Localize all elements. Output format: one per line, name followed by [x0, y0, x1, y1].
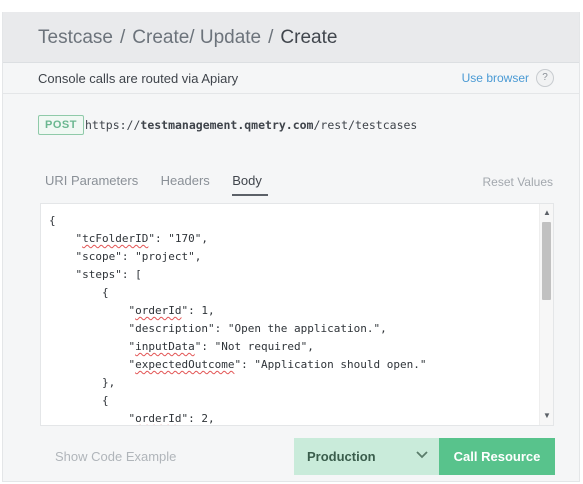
- code-text: : "170",: [154, 232, 208, 245]
- code-text: : "Application should open.": [241, 358, 427, 371]
- breadcrumb-separator: /: [119, 27, 126, 48]
- code-line: "inputData": "Not required",: [49, 338, 427, 356]
- console-routing-note: Console calls are routed via Apiary: [38, 71, 239, 86]
- code-text: {: [101, 286, 109, 299]
- code-text: "description": "Open the application.",: [128, 322, 387, 335]
- scroll-up-arrow-icon[interactable]: ▲: [540, 206, 553, 220]
- code-line: },: [49, 374, 427, 392]
- help-icon[interactable]: ?: [536, 69, 554, 87]
- code-key: expectedOutcome: [135, 358, 235, 371]
- method-badge: POST: [38, 115, 84, 135]
- code-text: },: [101, 376, 116, 389]
- use-browser-link[interactable]: Use browser: [462, 71, 529, 85]
- code-text: : 2,: [188, 412, 215, 425]
- code-text: : 1,: [188, 304, 215, 317]
- divider: [3, 93, 579, 94]
- request-tabs: URI Parameters Headers Body: [45, 172, 284, 198]
- scroll-down-arrow-icon[interactable]: ▼: [540, 409, 553, 423]
- call-resource-button[interactable]: Call Resource: [439, 438, 555, 475]
- code-line: {: [49, 392, 427, 410]
- code-text: {: [49, 214, 56, 227]
- url-scheme: https://: [85, 118, 141, 132]
- code-key: orderId: [135, 304, 182, 317]
- editor-scrollbar[interactable]: ▲ ▼: [539, 204, 553, 425]
- environment-select[interactable]: Production: [294, 438, 439, 475]
- code-line: "tcFolderID": "170",: [49, 230, 427, 248]
- environment-selected-value: Production: [307, 449, 376, 464]
- code-key: inputData: [135, 340, 195, 353]
- code-key: tcFolderID: [82, 232, 149, 245]
- code-line: "expectedOutcome": "Application should o…: [49, 356, 427, 374]
- endpoint-url: https://testmanagement.qmetry.com/rest/t…: [85, 118, 417, 132]
- breadcrumb-create: Create: [280, 27, 338, 48]
- tab-uri-parameters[interactable]: URI Parameters: [45, 173, 140, 194]
- api-console-panel: Testcase / Create/ Update / Create Console c…: [2, 12, 580, 482]
- panel-header: Testcase / Create/ Update / Create: [3, 12, 579, 63]
- tab-body[interactable]: Body: [232, 173, 268, 196]
- scroll-thumb[interactable]: [542, 222, 551, 300]
- url-path: /rest/testcases: [313, 118, 418, 132]
- breadcrumb: Testcase / Create/ Update / Create: [38, 27, 337, 49]
- code-line: "orderId": 1,: [49, 302, 427, 320]
- code-line: {: [49, 284, 427, 302]
- reset-values-button[interactable]: Reset Values: [483, 175, 553, 189]
- breadcrumb-separator: /: [268, 27, 274, 48]
- body-editor[interactable]: { "tcFolderID": "170", "scope": "project…: [40, 203, 554, 426]
- code-text: "steps": [: [75, 268, 142, 281]
- tab-headers[interactable]: Headers: [161, 173, 212, 194]
- code-line: "description": "Open the application.",: [49, 320, 427, 338]
- code-line: "steps": [: [49, 266, 427, 284]
- code-line: "orderId": 2,: [49, 410, 427, 425]
- code-text: "scope": "project",: [75, 250, 202, 263]
- breadcrumb-testcase[interactable]: Testcase: [38, 27, 113, 48]
- breadcrumb-create-update[interactable]: Create/ Update: [132, 27, 261, 48]
- code-key: orderId: [135, 412, 182, 425]
- code-line: {: [49, 212, 427, 230]
- code-line: "scope": "project",: [49, 248, 427, 266]
- body-code[interactable]: { "tcFolderID": "170", "scope": "project…: [49, 212, 427, 425]
- chevron-down-icon: [416, 451, 428, 459]
- show-code-example-link[interactable]: Show Code Example: [55, 449, 176, 464]
- code-text: {: [101, 394, 109, 407]
- url-host: testmanagement.qmetry.com: [140, 118, 314, 132]
- code-text: : "Not required",: [201, 340, 314, 353]
